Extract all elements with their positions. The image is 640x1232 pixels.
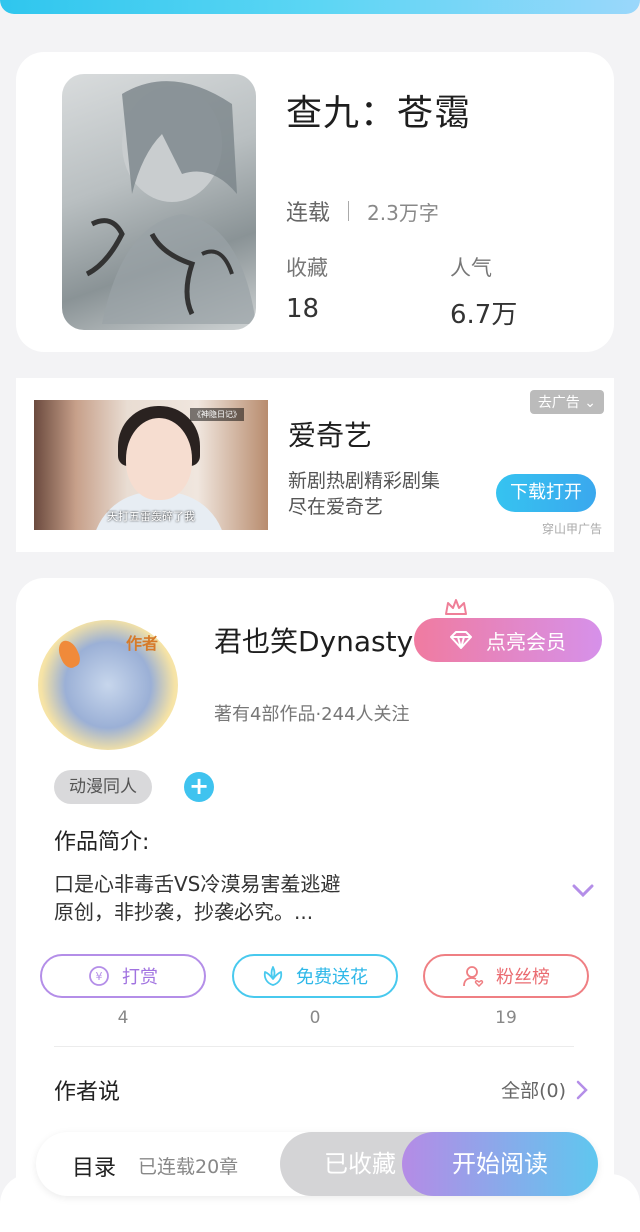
tip-button[interactable]: ¥ 打赏	[40, 954, 206, 998]
chevron-down-icon: ⌄	[584, 395, 596, 411]
tip-count: 4	[117, 1008, 129, 1028]
ad-title: 爱奇艺	[288, 419, 373, 452]
ad-banner[interactable]: 《神隐日记》 天打五雷轰碎了我 去广告 ⌄ 爱奇艺 新剧热剧精彩剧集 尽在爱奇艺…	[16, 378, 614, 552]
author-avatar[interactable]: 作者	[38, 620, 178, 750]
send-flower-label: 免费送花	[296, 967, 368, 988]
divider	[348, 201, 350, 221]
category-tag[interactable]: 动漫同人	[54, 770, 152, 804]
flower-icon	[263, 966, 283, 986]
book-title: 查九：苍霭	[286, 93, 472, 134]
ad-image[interactable]: 《神隐日记》 天打五雷轰碎了我	[34, 400, 268, 530]
author-meta: 著有4部作品·244人关注	[214, 704, 410, 725]
reading-action-bar: 目录 已连载20章 已收藏 开始阅读	[36, 1132, 598, 1196]
stat-popularity: 人气 6.7万	[450, 252, 517, 331]
ad-download-button[interactable]: 下载打开	[496, 474, 596, 512]
intro-title: 作品简介:	[54, 830, 150, 855]
chevron-right-icon	[576, 1080, 588, 1099]
svg-text:¥: ¥	[96, 970, 103, 983]
stat-label: 人气	[450, 256, 492, 280]
ad-image-tag: 《神隐日记》	[190, 408, 244, 421]
chapter-count: 已连载20章	[138, 1156, 239, 1178]
ad-source-label: 穿山甲广告	[541, 522, 602, 536]
ad-figure-face	[126, 418, 192, 500]
carrot-icon	[54, 637, 84, 671]
ad-description: 新剧热剧精彩剧集 尽在爱奇艺	[288, 468, 440, 520]
remove-ad-button[interactable]: 去广告 ⌄	[529, 390, 604, 414]
author-name[interactable]: 君也笑Dynasty	[214, 620, 413, 660]
fan-count: 19	[495, 1008, 517, 1028]
stat-favorites: 收藏 18	[286, 252, 328, 324]
intro-line: 原创，非抄袭，抄袭必究。...	[54, 900, 314, 924]
table-of-contents-button[interactable]: 目录	[72, 1150, 116, 1182]
vip-button[interactable]: 点亮会员	[414, 618, 602, 662]
chevron-down-icon[interactable]	[572, 884, 594, 898]
author-badge: 作者	[125, 634, 158, 653]
intro-text: 口是心非毒舌VS冷漠易害羞逃避 原创，非抄袭，抄袭必究。...	[54, 870, 340, 926]
stat-label: 收藏	[286, 256, 328, 280]
divider	[54, 1046, 574, 1047]
intro-line: 口是心非毒舌VS冷漠易害羞逃避	[54, 872, 341, 896]
add-tag-button[interactable]: +	[184, 772, 214, 802]
coin-icon: ¥	[89, 966, 109, 986]
diamond-icon	[450, 631, 472, 649]
ad-image-subtitle: 天打五雷轰碎了我	[107, 510, 195, 523]
header-gradient-bar	[0, 0, 640, 14]
crown-icon	[445, 599, 467, 615]
word-count: 2.3万字	[367, 200, 439, 225]
author-says-all-link[interactable]: 全部(0)	[501, 1076, 588, 1103]
book-status-row: 连载 2.3万字	[286, 195, 439, 227]
serial-status: 连载	[286, 201, 331, 226]
ad-desc-line: 新剧热剧精彩剧集	[288, 470, 441, 492]
author-says-all-label: 全部(0)	[501, 1080, 566, 1102]
ad-desc-line: 尽在爱奇艺	[288, 496, 384, 518]
fan-icon	[463, 966, 484, 987]
book-cover-image[interactable]	[62, 74, 256, 330]
stat-value: 6.7万	[450, 300, 518, 330]
vip-button-label: 点亮会员	[486, 629, 566, 654]
stat-value: 18	[286, 294, 320, 324]
start-reading-button[interactable]: 开始阅读	[402, 1132, 598, 1196]
book-info-card: 查九：苍霭 连载 2.3万字 收藏 18 人气 6.7万	[16, 52, 614, 352]
cover-art-icon	[85, 81, 256, 324]
remove-ad-label: 去广告	[537, 395, 580, 411]
fan-ranking-button[interactable]: 粉丝榜	[423, 954, 589, 998]
author-says-title: 作者说	[54, 1080, 121, 1105]
fan-ranking-label: 粉丝榜	[496, 967, 550, 988]
flower-count: 0	[309, 1008, 321, 1028]
send-flower-button[interactable]: 免费送花	[232, 954, 398, 998]
tip-label: 打赏	[122, 967, 158, 988]
